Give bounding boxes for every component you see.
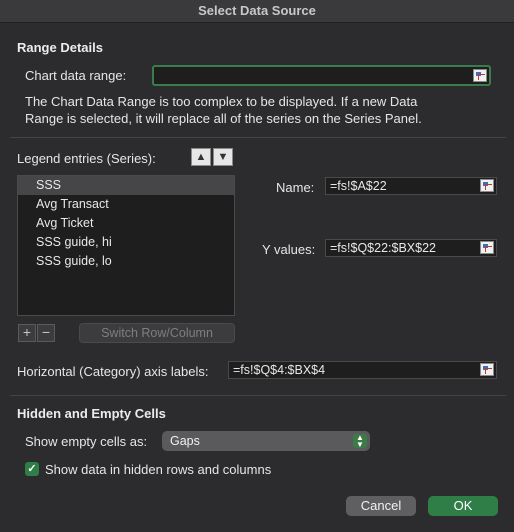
legend-entries-label: Legend entries (Series):: [17, 151, 156, 166]
arrow-up-icon: ▲: [195, 151, 207, 163]
y-values-value: =fs!$Q$22:$BX$22: [330, 241, 436, 255]
axis-labels-field[interactable]: =fs!$Q$4:$BX$4: [228, 361, 497, 379]
series-item-avg-transact[interactable]: Avg Transact: [18, 195, 234, 214]
show-hidden-checkbox[interactable]: ✓: [25, 462, 39, 476]
series-item-avg-ticket[interactable]: Avg Ticket: [18, 214, 234, 233]
arrow-down-icon: ▼: [217, 151, 229, 163]
empty-cells-label: Show empty cells as:: [25, 434, 148, 449]
hidden-empty-heading: Hidden and Empty Cells: [17, 406, 166, 421]
chevron-updown-icon: ▲ ▼: [353, 434, 367, 449]
section-divider: [10, 395, 506, 396]
y-values-field[interactable]: =fs!$Q$22:$BX$22: [325, 239, 497, 257]
series-list[interactable]: SSS Avg Transact Avg Ticket SSS guide, h…: [17, 175, 235, 316]
axis-labels-label: Horizontal (Category) axis labels:: [17, 364, 209, 379]
chart-range-label: Chart data range:: [25, 68, 127, 83]
series-name-field[interactable]: =fs!$A$22: [325, 177, 497, 195]
y-values-collapse-icon[interactable]: [480, 241, 494, 254]
show-hidden-label: Show data in hidden rows and columns: [45, 462, 272, 477]
chart-range-field[interactable]: [152, 65, 491, 86]
section-divider: [10, 137, 506, 138]
cancel-button[interactable]: Cancel: [346, 496, 416, 516]
series-name-collapse-icon[interactable]: [480, 179, 494, 192]
empty-cells-value: Gaps: [170, 434, 200, 448]
switch-row-column-button[interactable]: Switch Row/Column: [79, 323, 235, 343]
move-up-button[interactable]: ▲: [191, 148, 211, 166]
series-name-value: =fs!$A$22: [330, 179, 387, 193]
empty-cells-select[interactable]: Gaps ▲ ▼: [162, 431, 370, 451]
remove-series-button[interactable]: −: [37, 324, 55, 342]
add-series-button[interactable]: +: [18, 324, 36, 342]
y-values-label: Y values:: [262, 242, 316, 257]
ok-button[interactable]: OK: [428, 496, 498, 516]
window-title: Select Data Source: [0, 0, 514, 23]
chart-range-collapse-icon[interactable]: [473, 69, 487, 82]
range-details-heading: Range Details: [17, 40, 103, 55]
name-label: Name:: [276, 180, 315, 195]
axis-labels-collapse-icon[interactable]: [480, 363, 494, 376]
move-down-button[interactable]: ▼: [213, 148, 233, 166]
range-note-line1: The Chart Data Range is too complex to b…: [25, 94, 418, 109]
series-item-sss-guide-hi[interactable]: SSS guide, hi: [18, 233, 234, 252]
series-item-sss-guide-lo[interactable]: SSS guide, lo: [18, 252, 234, 271]
axis-labels-value: =fs!$Q$4:$BX$4: [233, 363, 326, 377]
range-note-line2: Range is selected, it will replace all o…: [25, 111, 422, 126]
series-item-sss[interactable]: SSS: [18, 176, 234, 195]
